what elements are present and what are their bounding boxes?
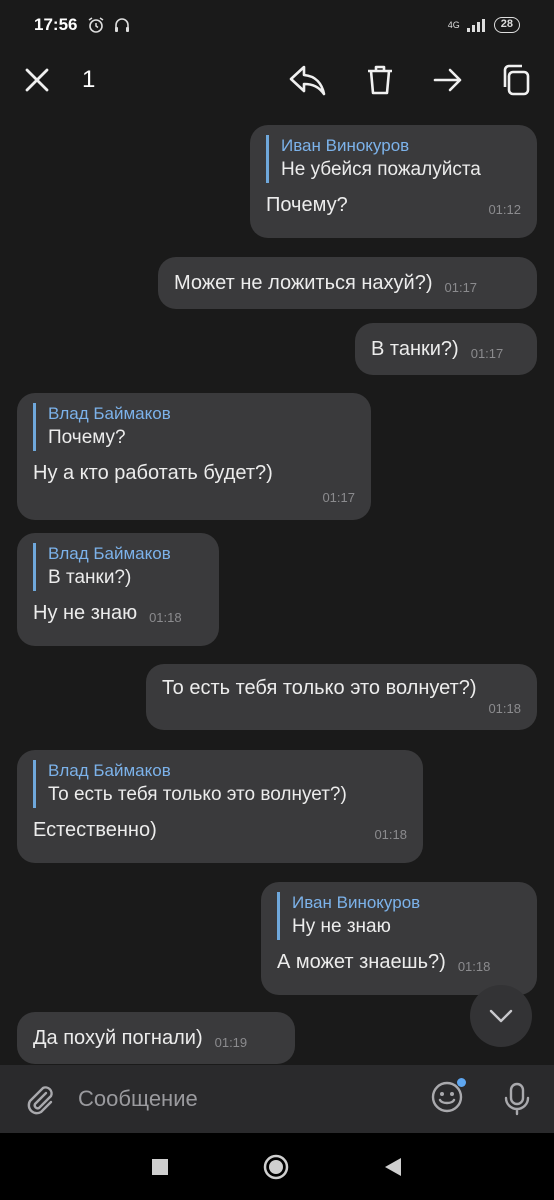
home-icon[interactable] [263, 1154, 289, 1180]
message-bubble-outgoing[interactable]: В танки?) 01:17 [355, 323, 537, 375]
message-bubble-incoming[interactable]: Да похуй погнали) 01:19 [17, 1012, 295, 1064]
selected-count: 1 [82, 66, 96, 93]
status-bar: 17:56 4G 28 [0, 0, 554, 50]
message-text: А может знаешь?) [277, 951, 446, 973]
attach-icon[interactable] [22, 1082, 56, 1116]
reply-quote[interactable]: Влад Баймаков Почему? [33, 403, 355, 451]
message-bubble-incoming[interactable]: Влад Баймаков То есть тебя только это во… [17, 750, 423, 863]
reply-author: Влад Баймаков [48, 404, 171, 423]
back-icon[interactable] [383, 1157, 403, 1177]
message-text: Почему? [266, 194, 348, 216]
reply-quote[interactable]: Влад Баймаков То есть тебя только это во… [33, 760, 407, 808]
reply-text: Не убейся пожалуйста [281, 159, 481, 180]
message-text: В танки?) [371, 338, 459, 360]
message-bubble-incoming[interactable]: Влад Баймаков В танки?) Ну не знаю 01:18 [17, 533, 219, 646]
emoji-button[interactable] [430, 1077, 466, 1119]
reply-quote[interactable]: Иван Винокуров Ну не знаю [277, 892, 521, 940]
scroll-to-bottom-button[interactable] [470, 985, 532, 1047]
battery-indicator: 28 [493, 17, 520, 33]
headphones-icon [115, 18, 130, 32]
message-list[interactable]: Иван Винокуров Не убейся пожалуйста Поче… [0, 110, 554, 1065]
network-type: 4G [447, 19, 460, 30]
reply-text: В танки?) [48, 567, 132, 588]
message-time: 01:18 [149, 610, 182, 625]
recents-icon[interactable] [151, 1158, 169, 1176]
alarm-icon [89, 17, 104, 33]
message-bubble-outgoing[interactable]: Может не ложиться нахуй?) 01:17 [158, 257, 537, 309]
message-time: 01:19 [214, 1035, 248, 1050]
status-time: 17:56 [34, 15, 78, 34]
message-bubble-outgoing[interactable]: Иван Винокуров Не убейся пожалуйста Поче… [250, 125, 537, 238]
notification-dot [457, 1077, 466, 1087]
reply-icon[interactable] [288, 63, 328, 97]
chevron-down-icon [489, 1009, 513, 1023]
close-icon[interactable] [22, 65, 52, 95]
message-text: Естественно) [33, 819, 157, 841]
message-time: 01:17 [322, 490, 355, 505]
signal-icon [466, 19, 485, 32]
reply-quote[interactable]: Влад Баймаков В танки?) [33, 543, 203, 591]
message-input[interactable]: Сообщение [78, 1086, 198, 1112]
copy-icon[interactable] [500, 63, 532, 97]
reply-author: Иван Винокуров [292, 893, 421, 912]
message-text: То есть тебя только это волнует?) [162, 677, 477, 699]
message-bubble-incoming[interactable]: Влад Баймаков Почему? Ну а кто работать … [17, 393, 371, 520]
reply-text: То есть тебя только это волнует?) [48, 784, 347, 805]
selection-toolbar: 1 [0, 50, 554, 110]
reply-quote[interactable]: Иван Винокуров Не убейся пожалуйста [266, 135, 521, 183]
message-time: 01:18 [488, 701, 521, 716]
reply-author: Влад Баймаков [48, 544, 171, 563]
system-nav-bar [0, 1133, 554, 1200]
message-text: Ну не знаю [33, 602, 138, 624]
message-bubble-outgoing[interactable]: То есть тебя только это волнует?) 01:18 [146, 664, 537, 730]
message-composer: Сообщение [0, 1065, 554, 1133]
message-text: Да похуй погнали) [33, 1027, 203, 1049]
message-text: Ну а кто работать будет?) [33, 462, 273, 484]
forward-icon[interactable] [432, 65, 464, 95]
reply-author: Иван Винокуров [281, 136, 410, 155]
message-bubble-outgoing[interactable]: Иван Винокуров Ну не знаю А может знаешь… [261, 882, 537, 995]
reply-text: Почему? [48, 427, 126, 448]
reply-author: Влад Баймаков [48, 761, 171, 780]
message-time: 01:12 [488, 202, 521, 217]
message-time: 01:17 [470, 346, 504, 361]
message-time: 01:18 [374, 827, 407, 842]
message-text: Может не ложиться нахуй?) [174, 272, 433, 294]
message-time: 01:18 [457, 959, 491, 974]
message-time: 01:17 [444, 280, 478, 295]
delete-icon[interactable] [364, 63, 396, 97]
microphone-icon[interactable] [502, 1081, 532, 1117]
reply-text: Ну не знаю [292, 916, 391, 937]
